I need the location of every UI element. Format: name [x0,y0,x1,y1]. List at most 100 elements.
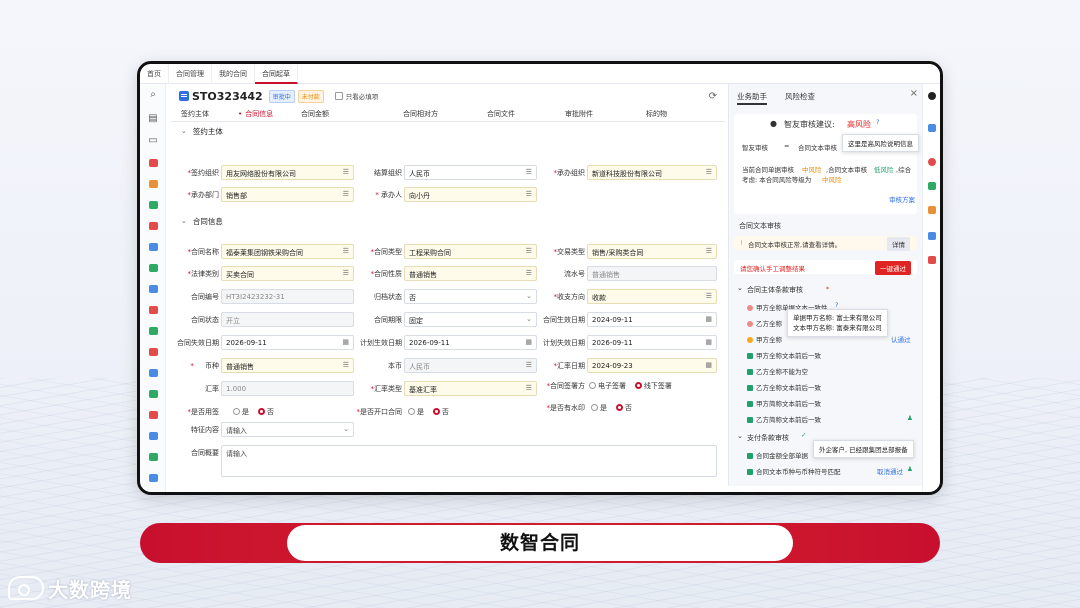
trade-type-input[interactable]: 销售/采购类合同 ☰ [587,244,717,259]
confirm-pass-link[interactable]: 认通过 [891,334,911,344]
tool-red-icon[interactable] [149,159,158,167]
calendar-icon[interactable]: ▦ [525,338,532,346]
tab-counterparty[interactable]: 合同相对方 [403,109,438,119]
list-icon[interactable]: ☰ [343,361,349,369]
close-icon[interactable]: × [910,88,918,99]
radio-offline-sign[interactable] [634,382,642,389]
tool-red-icon[interactable] [149,306,158,314]
tool-red-icon[interactable] [928,158,936,166]
tab-business-assistant[interactable]: 业务助手 [737,91,767,105]
tab-amount[interactable]: 合同金额 [301,109,329,119]
legal-category-input[interactable]: 买卖合同 ☰ [221,266,354,281]
chevron-down-icon[interactable]: ⌄ [737,432,743,440]
local-currency-input[interactable]: 人民币 ☰ [404,358,537,373]
tool-blue-icon[interactable] [149,369,158,377]
contract-type-input[interactable]: 工程采购合同 ☰ [404,244,537,259]
contract-status-input[interactable]: 开立 [221,312,354,327]
tool-orange-icon[interactable] [928,206,936,214]
tool-blue-icon[interactable] [149,243,158,251]
detail-button[interactable]: 详情 [887,237,910,251]
tab-subject[interactable]: 标的物 [646,109,667,119]
list-icon[interactable]: ☰ [343,168,349,176]
contract-name-input[interactable]: 福泰莱集团钢铁采购合同 ☰ [221,244,354,259]
only-required-checkbox[interactable] [334,92,343,100]
tool-blue-icon[interactable] [149,432,158,440]
nav-my-contracts[interactable]: 我的合同 [212,64,255,84]
tool-blue-icon[interactable] [149,285,158,293]
tool-red-icon[interactable] [149,348,158,356]
list-icon[interactable]: ☰ [526,247,532,255]
list-icon[interactable]: ☰ [526,269,532,277]
send-icon[interactable] [928,232,936,240]
review-plan-link[interactable]: 审核方案 [889,194,915,204]
nav-contract-mgmt[interactable]: 合同管理 [169,64,212,84]
tool-blue-icon[interactable] [149,474,158,482]
tool-orange-icon[interactable] [149,180,158,188]
document-icon[interactable]: ▤ [148,114,158,124]
message-icon[interactable]: ▭ [148,136,158,146]
list-icon[interactable]: ☰ [526,361,532,369]
tab-contract-info[interactable]: 合同信息 [238,109,273,119]
feature-select[interactable]: 请输入 ⌄ [221,422,354,437]
calendar-icon[interactable]: ▦ [705,338,712,346]
section-party-header[interactable]: ⌄ 签约主体 [171,122,725,140]
serial-no-input[interactable]: 普通销售 [587,266,717,281]
effective-date-input[interactable]: 2024-09-11 ▦ [587,312,717,327]
calendar-icon[interactable]: ▦ [342,338,349,346]
rate-type-input[interactable]: 基准汇率 ☰ [404,381,537,396]
nav-draft-contract[interactable]: 合同起草 [255,64,298,84]
radio-yes[interactable] [233,408,240,415]
search-icon[interactable]: ⌕ [148,90,158,100]
contract-nature-input[interactable]: 普通销售 ☰ [404,266,537,281]
pass-all-button[interactable]: 一键通过 [875,261,911,275]
radio-yes[interactable] [591,404,598,411]
calendar-icon[interactable]: ▦ [705,361,712,369]
rate-input[interactable]: 1.000 [221,381,354,396]
help-icon[interactable]: ? [876,118,879,126]
currency-input[interactable]: 普通销售 ☰ [221,358,354,373]
cancel-pass-link[interactable]: 取消通过 [877,466,903,476]
contract-no-input[interactable]: HT3I2423232-31 [221,289,354,304]
tool-green-icon[interactable] [149,390,158,398]
chevron-down-icon[interactable]: ⌄ [737,284,743,292]
radio-yes[interactable] [408,408,415,415]
calendar-icon[interactable]: ▦ [705,315,712,323]
plan-expire-input[interactable]: 2026-09-11 ▦ [587,335,717,350]
section-info-header[interactable]: ⌄ 合同信息 [171,212,223,230]
tab-files[interactable]: 合同文件 [487,109,515,119]
archive-status-select[interactable]: 否 ⌄ [404,289,537,304]
tool-green-icon[interactable] [149,264,158,272]
term-select[interactable]: 固定 ⌄ [404,312,537,327]
direction-input[interactable]: 收款 ☰ [587,289,717,304]
tool-red-icon[interactable] [928,256,936,264]
tab-risk-check[interactable]: 风险检查 [785,91,815,102]
user-icon[interactable]: ♟ [907,414,913,422]
tab-party[interactable]: 签约主体 [181,109,209,119]
handler-input[interactable]: 向小丹 ☰ [404,187,537,202]
tab-attachments[interactable]: 审批附件 [565,109,593,119]
tool-red-icon[interactable] [149,411,158,419]
help-icon[interactable]: ? [835,301,838,309]
tool-green-icon[interactable] [928,182,936,190]
user-icon[interactable]: ♟ [907,465,913,473]
list-icon[interactable]: ☰ [706,247,712,255]
radio-e-sign[interactable] [589,382,596,389]
list-icon[interactable]: ☰ [343,269,349,277]
radio-no[interactable] [615,404,623,411]
list-icon[interactable]: ☰ [706,292,712,300]
list-icon[interactable]: ☰ [526,384,532,392]
dept-input[interactable]: 销售部 ☰ [221,187,354,202]
expire-date-input[interactable]: 2026-09-11 ▦ [221,335,354,350]
list-icon[interactable]: ☰ [343,247,349,255]
summary-textarea[interactable]: 请输入 [221,445,717,477]
tool-blue-icon[interactable] [928,124,936,132]
rate-date-input[interactable]: 2024-09-23 ▦ [587,358,717,373]
tool-red-icon[interactable] [149,222,158,230]
robot-icon[interactable] [928,92,936,100]
undertake-org-input[interactable]: 新道科技股份有限公司 ☰ [587,165,717,180]
nav-home[interactable]: 首页 [140,64,169,84]
tool-green-icon[interactable] [149,327,158,335]
list-icon[interactable]: ☰ [526,168,532,176]
list-icon[interactable]: ☰ [526,190,532,198]
radio-no[interactable] [432,408,440,415]
